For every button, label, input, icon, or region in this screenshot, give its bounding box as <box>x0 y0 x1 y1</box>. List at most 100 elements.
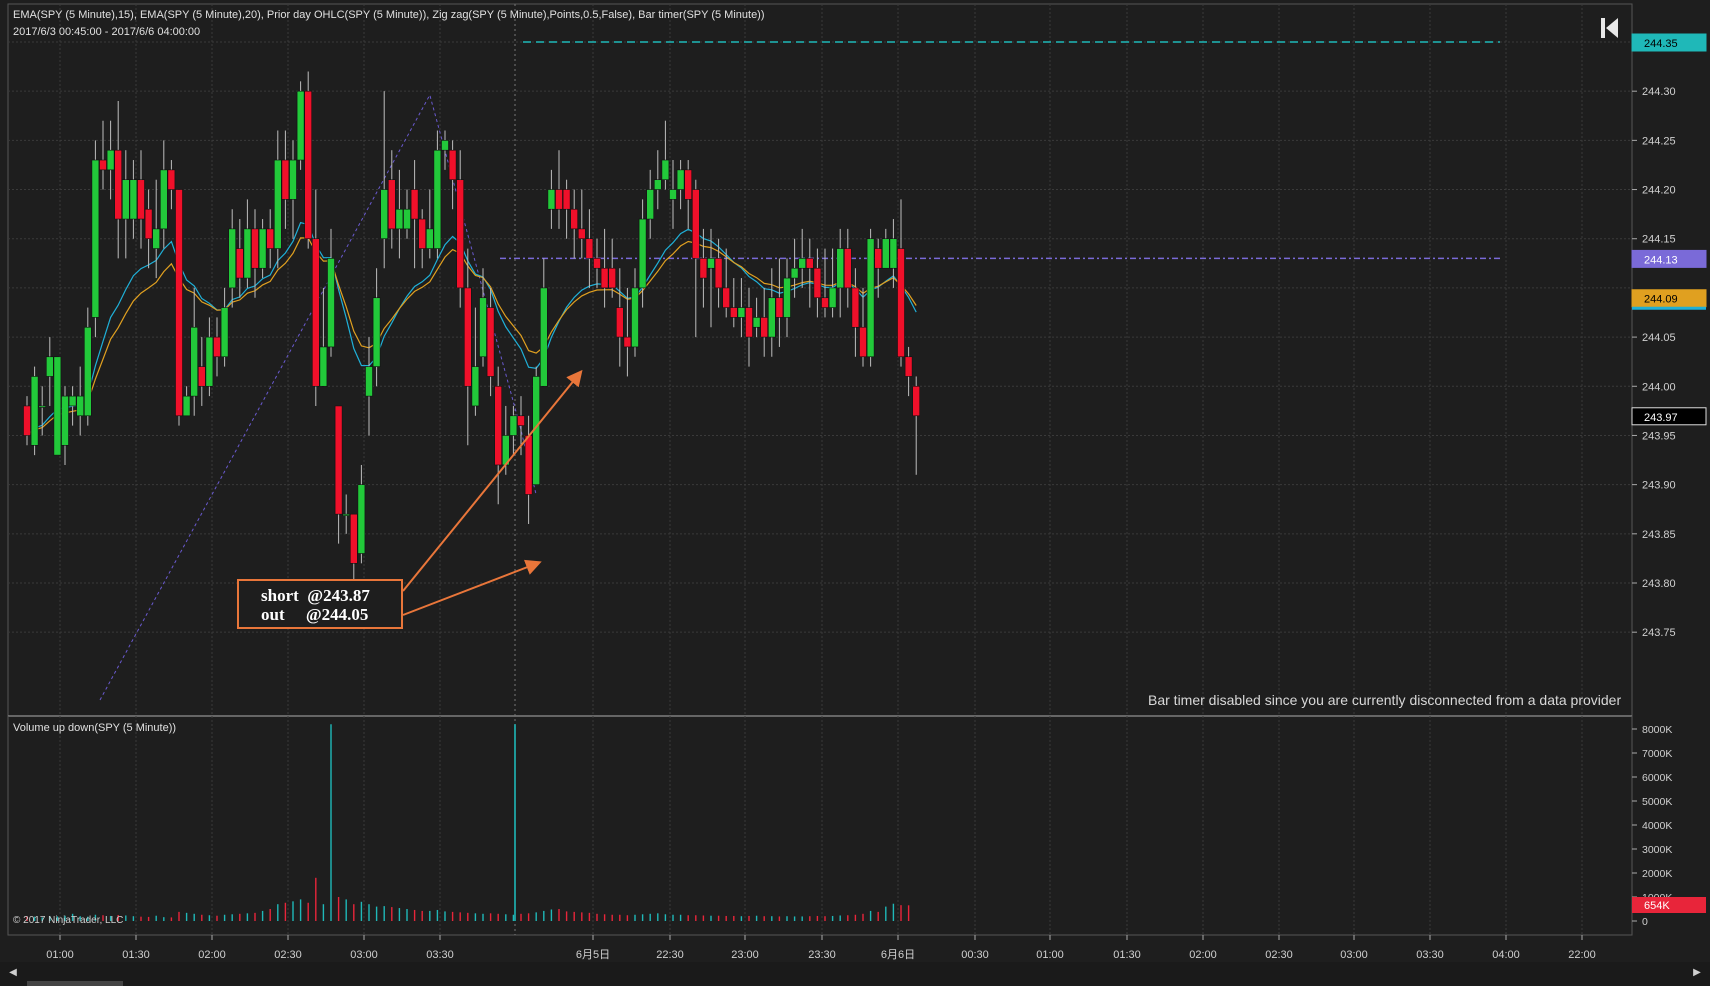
candle-body <box>600 267 609 289</box>
volume-tick-label: 5000K <box>1642 796 1672 808</box>
volume-panel-title: Volume up down(SPY (5 Minute)) <box>13 722 177 734</box>
candle-body <box>418 218 427 249</box>
time-tick-label: 6月6日 <box>881 949 915 961</box>
candle-body <box>631 287 639 348</box>
price-tick-label: 244.15 <box>1642 234 1676 246</box>
price-tick-label: 243.90 <box>1642 480 1676 492</box>
scroll-left-arrow-icon[interactable]: ◀ <box>6 966 20 980</box>
candle-body <box>175 189 183 417</box>
candle-body <box>380 189 389 240</box>
price-tick-label: 243.80 <box>1642 578 1676 590</box>
candle-body <box>889 238 898 269</box>
candle-body <box>638 218 647 289</box>
volume-panel-frame <box>7 715 1633 936</box>
volume-tick-label: 0 <box>1642 916 1648 928</box>
candle-body <box>897 248 905 358</box>
candle-body <box>881 238 890 269</box>
ema15-tag-strip <box>1632 306 1706 310</box>
candle-body <box>190 326 198 397</box>
candle-body <box>410 189 419 220</box>
candle-body <box>661 159 670 181</box>
time-tick-label: 03:00 <box>350 949 378 961</box>
candle-body <box>479 297 487 358</box>
candle-body <box>524 435 533 495</box>
candle-body <box>828 287 837 308</box>
volume-tick-label: 8000K <box>1642 724 1672 736</box>
candle-body <box>676 169 685 190</box>
candle-body <box>129 179 138 220</box>
candle-body <box>707 258 715 269</box>
volume-tick-label: 3000K <box>1642 844 1672 856</box>
candle-body <box>38 405 47 408</box>
candle-body <box>53 356 62 456</box>
candle-body <box>30 376 39 446</box>
chart-canvas[interactable]: 244.30 244.25 244.20 244.15 244.05 244.00 243.… <box>0 0 1710 986</box>
candle-body <box>448 149 457 181</box>
candle-body <box>615 307 624 338</box>
candle-body <box>456 179 465 289</box>
candle-body <box>767 297 776 338</box>
candle-body <box>76 395 84 417</box>
candle-body <box>122 179 130 220</box>
horizontal-scrollbar[interactable] <box>0 962 1710 986</box>
candle-body <box>562 189 571 210</box>
candle-body <box>752 317 761 328</box>
scrollbar-thumb[interactable] <box>27 981 123 986</box>
candle-body <box>372 297 381 367</box>
time-tick-label: 01:30 <box>122 949 150 961</box>
candle-body <box>866 238 875 358</box>
candle-body <box>585 238 594 259</box>
price-tag-label: 244.13 <box>1644 254 1678 266</box>
candle-body <box>84 326 92 417</box>
candle-body <box>395 208 404 230</box>
candle-body <box>745 307 753 338</box>
candle-body <box>304 90 313 240</box>
candle-body <box>517 415 525 426</box>
date-range: 2017/6/3 00:45:00 - 2017/6/6 04:00:00 <box>13 26 201 38</box>
candle-body <box>137 179 145 220</box>
annotation-arrows <box>402 369 583 616</box>
price-tag-label: 244.09 <box>1644 294 1678 306</box>
candle-body <box>106 149 115 171</box>
candle-body <box>851 287 860 328</box>
candle-body <box>684 169 693 200</box>
bar-timer-message: Bar timer disabled since you are current… <box>1148 692 1622 708</box>
time-tick-label: 22:00 <box>1568 949 1596 961</box>
candle-body <box>403 208 411 230</box>
time-tick-label: 00:30 <box>961 949 989 961</box>
candle-body <box>729 307 738 318</box>
time-tick-label: 23:00 <box>731 949 759 961</box>
volume-tick-label: 6000K <box>1642 772 1672 784</box>
candle-body <box>144 208 153 240</box>
candle-body <box>494 385 503 466</box>
candle-body <box>813 267 822 299</box>
candle-body <box>821 297 829 308</box>
candle-body <box>722 287 731 308</box>
candle-body <box>471 366 480 407</box>
candle-body <box>669 189 677 200</box>
candle-body <box>357 484 366 554</box>
candle-body <box>547 189 556 210</box>
time-axis[interactable]: 01:00 01:30 02:00 02:30 03:00 03:30 6月5日 22:30 2… <box>46 935 1596 961</box>
candle-body <box>152 228 160 249</box>
candle-body <box>441 140 449 151</box>
candle-body <box>691 189 700 259</box>
candle-body <box>593 258 601 269</box>
candle-body <box>509 415 518 436</box>
candle-body <box>737 307 746 318</box>
candle-body <box>775 297 784 318</box>
skip-to-end-icon[interactable] <box>1598 12 1622 42</box>
price-tick-label: 244.25 <box>1642 135 1676 147</box>
candlestick-series[interactable] <box>23 71 921 623</box>
price-axis[interactable]: 244.30 244.25 244.20 244.15 244.05 244.00 243.… <box>1632 86 1676 639</box>
price-tick-label: 244.05 <box>1642 332 1676 344</box>
time-tick-label: 22:30 <box>656 949 684 961</box>
candle-body <box>798 258 807 269</box>
scroll-right-arrow-icon[interactable]: ▶ <box>1690 966 1704 980</box>
candle-body <box>699 258 708 279</box>
candle-body <box>805 258 814 269</box>
grid-lines <box>7 3 1633 936</box>
candle-body <box>114 149 122 220</box>
candle-body <box>243 228 252 279</box>
candle-body <box>433 149 442 249</box>
